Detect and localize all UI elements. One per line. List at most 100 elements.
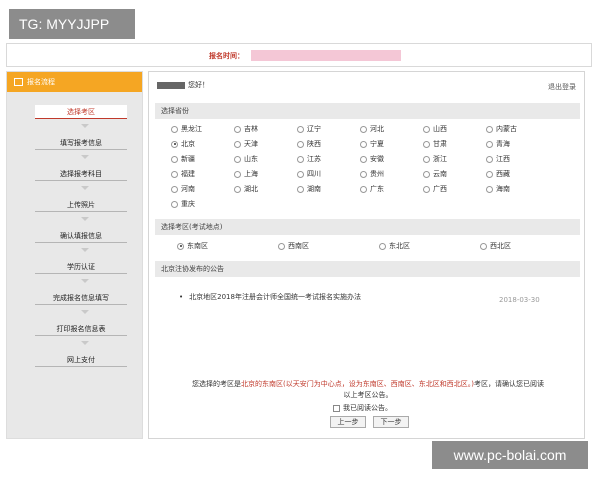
radio-button[interactable] (360, 185, 367, 193)
province-option[interactable]: 河南 (171, 184, 195, 194)
province-label: 新疆 (181, 155, 195, 163)
province-option[interactable]: 广西 (423, 184, 447, 194)
logout-link[interactable]: 退出登录 (548, 82, 576, 92)
province-label: 重庆 (181, 200, 195, 208)
radio-button[interactable] (171, 140, 178, 148)
radio-button[interactable] (379, 242, 386, 250)
sidebar-step[interactable]: 填写报考信息 (35, 136, 127, 150)
sidebar-step[interactable]: 网上支付 (35, 353, 127, 367)
prev-button[interactable]: 上一步 (330, 416, 366, 428)
region-option[interactable]: 东南区 (177, 241, 208, 251)
radio-button[interactable] (297, 185, 304, 193)
radio-button[interactable] (234, 125, 241, 133)
greeting-text: 您好！ (188, 81, 209, 89)
province-option[interactable]: 辽宁 (297, 124, 321, 134)
province-option[interactable]: 贵州 (360, 169, 384, 179)
province-option[interactable]: 甘肃 (423, 139, 447, 149)
confirm-part-3: 考区，请确认您已阅读 (473, 380, 544, 388)
region-option[interactable]: 东北区 (379, 241, 410, 251)
region-label: 东北区 (389, 242, 410, 250)
sidebar-step[interactable]: 确认填报信息 (35, 229, 127, 243)
radio-button[interactable] (486, 170, 493, 178)
radio-button[interactable] (297, 170, 304, 178)
radio-button[interactable] (234, 155, 241, 163)
province-option[interactable]: 云南 (423, 169, 447, 179)
radio-button[interactable] (423, 185, 430, 193)
radio-button[interactable] (171, 200, 178, 208)
radio-button[interactable] (177, 242, 184, 250)
radio-button[interactable] (234, 185, 241, 193)
province-option[interactable]: 河北 (360, 124, 384, 134)
province-option[interactable]: 山东 (234, 154, 258, 164)
province-option[interactable]: 重庆 (171, 199, 195, 209)
agree-row[interactable]: 我已阅读公告。 (333, 403, 392, 413)
sidebar-step[interactable]: 选择考区 (35, 105, 127, 119)
province-option[interactable]: 上海 (234, 169, 258, 179)
region-option[interactable]: 西南区 (278, 241, 309, 251)
radio-button[interactable] (486, 155, 493, 163)
radio-button[interactable] (234, 170, 241, 178)
province-option[interactable]: 内蒙古 (486, 124, 517, 134)
province-option[interactable]: 陕西 (297, 139, 321, 149)
radio-button[interactable] (423, 155, 430, 163)
sidebar-step[interactable]: 完成报名信息填写 (35, 291, 127, 305)
radio-button[interactable] (360, 125, 367, 133)
province-option[interactable]: 江西 (486, 154, 510, 164)
sidebar-step[interactable]: 上传照片 (35, 198, 127, 212)
radio-button[interactable] (423, 140, 430, 148)
radio-button[interactable] (486, 125, 493, 133)
notice-date: 2018-03-30 (499, 296, 540, 304)
radio-button[interactable] (423, 125, 430, 133)
radio-button[interactable] (297, 125, 304, 133)
radio-button[interactable] (171, 125, 178, 133)
radio-button[interactable] (486, 185, 493, 193)
province-label: 西藏 (496, 170, 510, 178)
chevron-down-icon (81, 248, 89, 252)
confirm-part-4: 以上考区公告。 (343, 391, 393, 399)
province-option[interactable]: 福建 (171, 169, 195, 179)
province-option[interactable]: 新疆 (171, 154, 195, 164)
province-label: 广西 (433, 185, 447, 193)
radio-button[interactable] (297, 155, 304, 163)
province-label: 江苏 (307, 155, 321, 163)
radio-button[interactable] (171, 170, 178, 178)
province-option[interactable]: 天津 (234, 139, 258, 149)
confirm-part-1: 您选择的考区是 (192, 380, 242, 388)
province-option[interactable]: 浙江 (423, 154, 447, 164)
province-option[interactable]: 西藏 (486, 169, 510, 179)
chevron-down-icon (81, 186, 89, 190)
radio-button[interactable] (423, 170, 430, 178)
radio-button[interactable] (171, 155, 178, 163)
province-option[interactable]: 宁夏 (360, 139, 384, 149)
radio-button[interactable] (480, 242, 487, 250)
radio-button[interactable] (360, 170, 367, 178)
radio-button[interactable] (278, 242, 285, 250)
province-label: 青海 (496, 140, 510, 148)
next-button[interactable]: 下一步 (373, 416, 409, 428)
province-option[interactable]: 海南 (486, 184, 510, 194)
region-option[interactable]: 西北区 (480, 241, 511, 251)
province-option[interactable]: 江苏 (297, 154, 321, 164)
province-option[interactable]: 安徽 (360, 154, 384, 164)
radio-button[interactable] (486, 140, 493, 148)
sidebar-step[interactable]: 打印报名信息表 (35, 322, 127, 336)
province-option[interactable]: 山西 (423, 124, 447, 134)
sidebar-step[interactable]: 选择报考科目 (35, 167, 127, 181)
radio-button[interactable] (360, 155, 367, 163)
radio-button[interactable] (297, 140, 304, 148)
province-option[interactable]: 北京 (171, 139, 195, 149)
province-option[interactable]: 吉林 (234, 124, 258, 134)
province-label: 湖北 (244, 185, 258, 193)
radio-button[interactable] (171, 185, 178, 193)
agree-checkbox[interactable] (333, 404, 340, 412)
sidebar-step[interactable]: 学历认证 (35, 260, 127, 274)
notice-link[interactable]: 北京地区2018年注册会计师全国统一考试报名实施办法 (179, 292, 361, 302)
radio-button[interactable] (360, 140, 367, 148)
province-option[interactable]: 湖南 (297, 184, 321, 194)
radio-button[interactable] (234, 140, 241, 148)
province-option[interactable]: 黑龙江 (171, 124, 202, 134)
province-option[interactable]: 四川 (297, 169, 321, 179)
province-option[interactable]: 广东 (360, 184, 384, 194)
province-option[interactable]: 湖北 (234, 184, 258, 194)
province-option[interactable]: 青海 (486, 139, 510, 149)
